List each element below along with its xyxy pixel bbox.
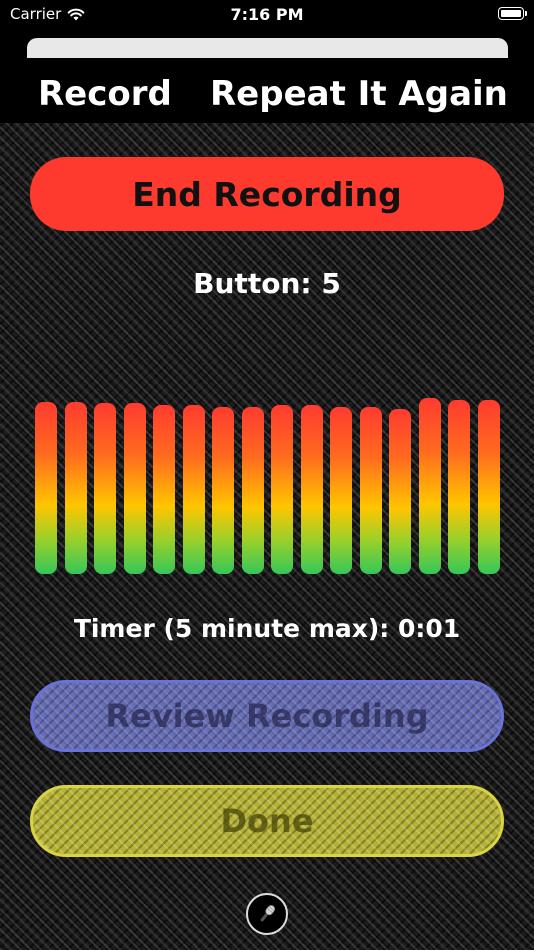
meter-bar bbox=[300, 405, 323, 574]
record-title: Record bbox=[38, 74, 172, 114]
meter-bar bbox=[153, 405, 175, 574]
meter-bar bbox=[94, 403, 116, 574]
meter-bar bbox=[271, 405, 293, 574]
end-recording-button[interactable]: End Recording bbox=[30, 157, 504, 231]
meter-bar bbox=[35, 402, 57, 574]
battery-icon bbox=[498, 7, 527, 20]
meter-bar bbox=[64, 402, 87, 574]
timer-label: Timer (5 minute max): 0:01 bbox=[73, 614, 461, 643]
button-number-label: Button: 5 bbox=[193, 267, 341, 300]
sheet-top bbox=[0, 30, 534, 66]
meter-bar bbox=[477, 400, 500, 574]
review-recording-button[interactable]: Review Recording bbox=[30, 680, 504, 752]
meter-bar bbox=[182, 405, 205, 574]
status-time: 7:16 PM bbox=[230, 5, 304, 24]
status-bar: Carrier 7:16 PM bbox=[0, 0, 534, 30]
meter-bar bbox=[330, 407, 352, 574]
microphone-button[interactable] bbox=[246, 893, 288, 935]
app-title: Repeat It Again bbox=[210, 74, 508, 114]
meter-bar bbox=[418, 398, 441, 574]
meter-bar bbox=[212, 407, 234, 574]
meter-bar bbox=[389, 409, 411, 574]
sheet-handle bbox=[27, 38, 508, 58]
audio-level-meter bbox=[0, 380, 534, 576]
title-bar: Record Repeat It Again bbox=[0, 66, 534, 123]
meter-bar bbox=[123, 403, 146, 574]
meter-bar bbox=[359, 407, 382, 574]
meter-bar bbox=[448, 400, 470, 574]
meter-bar bbox=[241, 407, 264, 574]
microphone-icon bbox=[260, 905, 276, 922]
done-button[interactable]: Done bbox=[30, 785, 504, 857]
